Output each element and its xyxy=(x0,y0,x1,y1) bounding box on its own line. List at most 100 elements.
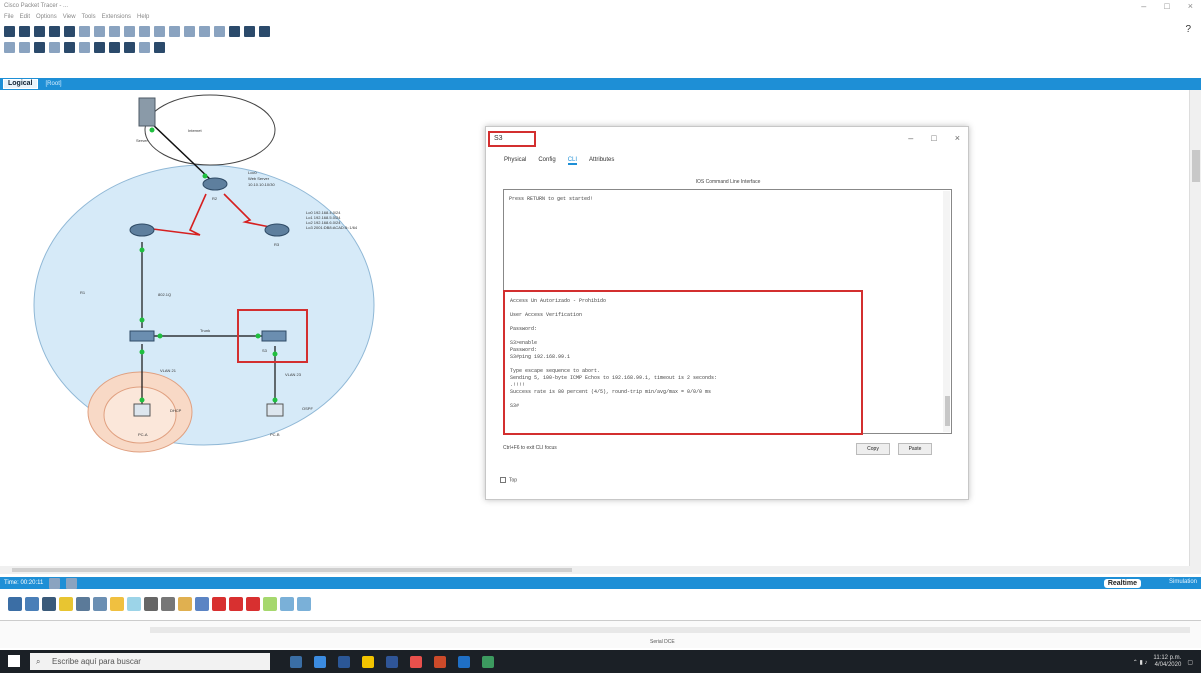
switches-category-icon[interactable] xyxy=(25,597,39,611)
connections-category-icon[interactable] xyxy=(59,597,73,611)
router-r2-icon[interactable] xyxy=(202,177,228,191)
scroll-thumb[interactable] xyxy=(945,396,950,426)
help-button[interactable]: ? xyxy=(1185,24,1191,35)
end-devices-category-icon[interactable] xyxy=(76,597,90,611)
minimize-icon[interactable]: – xyxy=(1141,0,1146,12)
copy-button[interactable]: Copy xyxy=(856,443,890,455)
ellipse-icon[interactable] xyxy=(109,41,120,53)
windows-start-icon[interactable] xyxy=(8,655,20,667)
checkbox-icon[interactable] xyxy=(500,477,506,483)
menu-item[interactable]: View xyxy=(63,12,76,22)
straight-through-cable-icon[interactable] xyxy=(144,597,158,611)
iot-custom-cable-icon[interactable] xyxy=(280,597,294,611)
pc-b-icon[interactable] xyxy=(266,403,284,417)
zoom-reset-icon[interactable] xyxy=(169,25,180,37)
auto-connection-icon[interactable] xyxy=(110,597,124,611)
tray-icons[interactable]: ⌃ ▮ ♪ xyxy=(1133,659,1148,666)
note-icon[interactable] xyxy=(64,41,75,53)
word-icon[interactable] xyxy=(386,655,398,668)
coaxial-cable-icon[interactable] xyxy=(246,597,260,611)
cluster-icon[interactable] xyxy=(229,25,240,37)
menu-item[interactable]: Options xyxy=(36,12,57,22)
paste-icon[interactable] xyxy=(109,25,120,37)
play-icon[interactable] xyxy=(49,577,61,589)
root-breadcrumb[interactable]: [Root] xyxy=(46,81,62,87)
realtime-mode-button[interactable]: Realtime xyxy=(1103,579,1141,588)
menu-item[interactable]: Tools xyxy=(82,12,96,22)
notification-icon[interactable]: ▢ xyxy=(1187,659,1193,666)
tab-cli[interactable]: CLI xyxy=(567,157,578,165)
zoom-out-icon[interactable] xyxy=(184,25,195,37)
routers-category-icon[interactable] xyxy=(8,597,22,611)
tab-config[interactable]: Config xyxy=(538,157,555,165)
ie-icon[interactable] xyxy=(338,655,350,668)
close-icon[interactable]: × xyxy=(955,133,960,143)
close-icon[interactable]: × xyxy=(1188,0,1193,12)
octal-cable-icon[interactable] xyxy=(263,597,277,611)
serial-dce-cable-icon[interactable] xyxy=(212,597,226,611)
tab-attributes[interactable]: Attributes xyxy=(589,157,614,165)
canvas-vertical-scrollbar[interactable] xyxy=(1189,90,1201,566)
inspect-icon[interactable] xyxy=(19,41,30,53)
select-icon[interactable] xyxy=(4,41,15,53)
canvas-horizontal-scrollbar[interactable] xyxy=(0,566,1201,574)
clock[interactable]: 11:12 p.m. 4/04/2020 xyxy=(1153,655,1181,669)
crossover-cable-icon[interactable] xyxy=(161,597,175,611)
print-icon[interactable] xyxy=(49,25,60,37)
line-icon[interactable] xyxy=(79,41,90,53)
menu-item[interactable]: Extensions xyxy=(102,12,131,22)
usb-cable-icon[interactable] xyxy=(297,597,311,611)
add-complex-pdu-icon[interactable] xyxy=(154,41,165,53)
switch-s3-icon[interactable] xyxy=(261,330,287,342)
edge-icon[interactable] xyxy=(314,655,326,668)
store-icon[interactable] xyxy=(458,655,470,668)
menu-item[interactable]: File xyxy=(4,12,14,22)
copy-icon[interactable] xyxy=(94,25,105,37)
router-r1-icon[interactable] xyxy=(129,223,155,237)
scroll-thumb[interactable] xyxy=(12,568,572,572)
redo-icon[interactable] xyxy=(139,25,150,37)
tab-physical[interactable]: Physical xyxy=(504,157,526,165)
fiber-cable-icon[interactable] xyxy=(178,597,192,611)
undo-icon[interactable] xyxy=(124,25,135,37)
paste-button[interactable]: Paste xyxy=(898,443,932,455)
packet-tracer-icon[interactable] xyxy=(482,655,494,668)
activity-wizard-icon[interactable] xyxy=(64,25,75,37)
add-simple-pdu-icon[interactable] xyxy=(139,41,150,53)
scroll-thumb[interactable] xyxy=(1192,150,1200,182)
top-checkbox[interactable]: Top xyxy=(500,477,517,483)
fast-forward-icon[interactable] xyxy=(66,577,78,589)
maximize-icon[interactable]: □ xyxy=(931,133,936,143)
powerpoint-icon[interactable] xyxy=(434,655,446,668)
simulation-mode-button[interactable]: Simulation xyxy=(1169,579,1197,585)
console-cable-icon[interactable] xyxy=(127,597,141,611)
file-explorer-icon[interactable] xyxy=(362,655,374,668)
zoom-in-icon[interactable] xyxy=(154,25,165,37)
router-r3-icon[interactable] xyxy=(264,223,290,237)
viewport-icon[interactable] xyxy=(244,25,255,37)
delete-icon[interactable] xyxy=(34,41,45,53)
custom-device-icon[interactable] xyxy=(214,25,225,37)
pc-a-icon[interactable] xyxy=(133,403,151,417)
minimize-icon[interactable]: – xyxy=(908,133,913,143)
new-icon[interactable] xyxy=(4,25,15,37)
open-icon[interactable] xyxy=(19,25,30,37)
freeform-icon[interactable] xyxy=(124,41,135,53)
screenshot-icon[interactable] xyxy=(259,25,270,37)
resize-icon[interactable] xyxy=(49,41,60,53)
maximize-icon[interactable]: □ xyxy=(1164,0,1169,12)
palette-scroll[interactable] xyxy=(150,627,1190,633)
hubs-category-icon[interactable] xyxy=(42,597,56,611)
info-icon[interactable] xyxy=(79,25,90,37)
components-category-icon[interactable] xyxy=(93,597,107,611)
palette-icon[interactable] xyxy=(12,627,26,641)
switch-s1-icon[interactable] xyxy=(129,330,155,342)
taskbar-search-input[interactable]: ⌕ Escribe aquí para buscar xyxy=(30,653,270,670)
chrome-icon[interactable] xyxy=(410,655,422,668)
drawing-palette-icon[interactable] xyxy=(199,25,210,37)
menu-item[interactable]: Help xyxy=(137,12,149,22)
logical-tab[interactable]: Logical xyxy=(3,79,38,89)
task-view-icon[interactable] xyxy=(290,655,302,668)
cli-console[interactable]: Press RETURN to get started! Access Un A… xyxy=(503,189,952,435)
server-icon[interactable] xyxy=(138,97,156,127)
